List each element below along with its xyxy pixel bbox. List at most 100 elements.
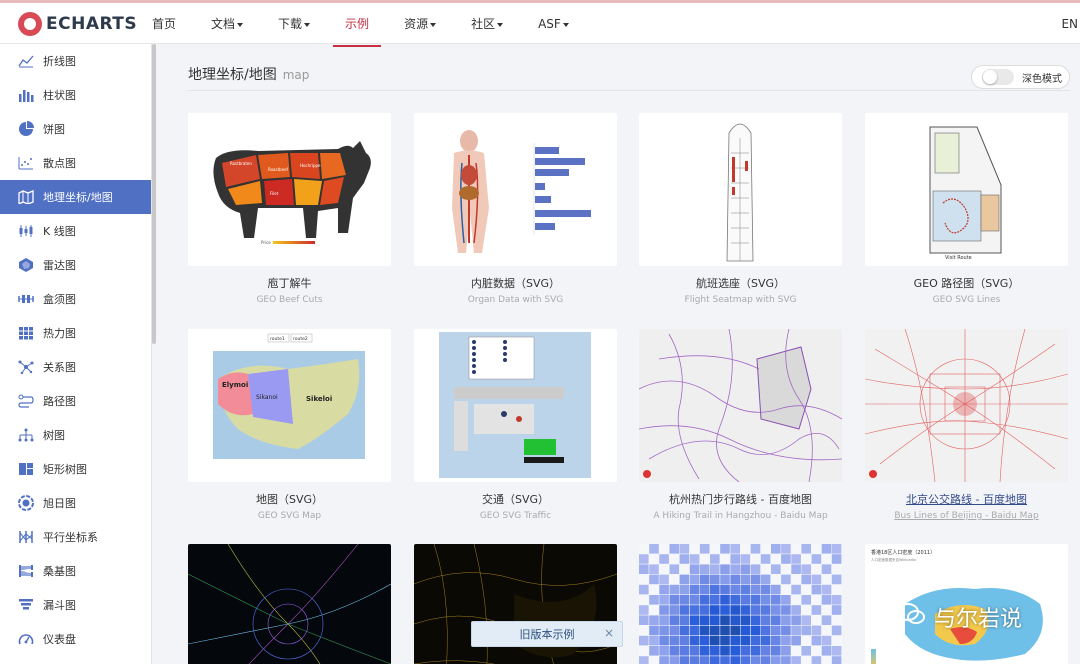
heatmap-cell (760, 574, 771, 585)
nav-docs[interactable]: 文档 (199, 3, 255, 47)
watermark-text: 与尔岩说 (934, 607, 1023, 632)
svg-text:Roastbeef: Roastbeef (268, 167, 289, 172)
sidebar-item-tree[interactable]: 树图 (0, 418, 151, 452)
heatmap-cell (689, 574, 700, 585)
heatmap-cell (689, 595, 700, 605)
caret-down-icon (430, 22, 437, 27)
divider (188, 90, 1070, 91)
sidebar-item-parallel[interactable]: 平行坐标系 (0, 520, 151, 554)
nav-download[interactable]: 下载 (266, 3, 322, 47)
sidebar-item-treemap[interactable]: 矩形树图 (0, 452, 151, 486)
heatmap-cell (781, 615, 791, 625)
nav-community[interactable]: 社区 (459, 3, 515, 47)
example-card[interactable] (188, 544, 391, 664)
radar-icon (18, 257, 34, 273)
region-sikanoi: Sikanoi (256, 394, 278, 401)
heatmap-cell (811, 605, 822, 615)
example-card[interactable]: route1 route2 Elymoi Sikanoi Sikeloi 地图（… (188, 329, 391, 521)
card-subtitle: A Hiking Trail in Hangzhou - Baidu Map (653, 511, 828, 521)
heatmap-cell (781, 635, 791, 646)
scatter-chart-icon (18, 155, 34, 171)
heatmap-cell (679, 635, 690, 646)
close-icon[interactable]: × (604, 626, 614, 640)
heatmap-cell (740, 615, 751, 625)
graph-icon (18, 359, 34, 375)
nav-examples[interactable]: 示例 (333, 3, 382, 47)
nav-asf[interactable]: ASF (526, 3, 581, 47)
sidebar-item-boxplot[interactable]: 盒须图 (0, 282, 151, 316)
heatmap-cell (710, 615, 720, 625)
heatmap-cell (699, 574, 710, 585)
example-card[interactable]: Rostbraten Roastbeef Hochrippe Filet Pri… (188, 113, 391, 305)
heatmap-cell (740, 564, 751, 574)
sidebar-item-heatmap[interactable]: 热力图 (0, 316, 151, 350)
heatmap-cell (699, 656, 710, 664)
nav-resources[interactable]: 资源 (392, 3, 448, 47)
heatmap-cell (649, 544, 659, 554)
sidebar-item-bar[interactable]: 柱状图 (0, 78, 151, 112)
sidebar-item-scatter[interactable]: 散点图 (0, 146, 151, 180)
sidebar-item-sankey[interactable]: 桑基图 (0, 554, 151, 588)
heatmap-cell (649, 595, 659, 605)
heatmap-cell (771, 564, 781, 574)
heatmap-cell (791, 554, 801, 564)
heatmap-cell (801, 595, 811, 605)
heatmap-cell (720, 595, 730, 605)
sidebar-item-lines[interactable]: 路径图 (0, 384, 151, 418)
heatmap-cell (720, 564, 730, 574)
sidebar-item-radar[interactable]: 雷达图 (0, 248, 151, 282)
sidebar-item-candlestick[interactable]: K 线图 (0, 214, 151, 248)
heatmap-cell (679, 554, 690, 564)
heatmap-cell (639, 656, 649, 664)
heatmap-cell (730, 635, 740, 646)
echarts-logo[interactable]: ECHARTS (18, 11, 137, 37)
bar-chart-icon (18, 87, 34, 103)
sidebar-item-label: 矩形树图 (43, 463, 87, 476)
heatmap-cell (669, 656, 680, 664)
sidebar-item-gauge[interactable]: 仪表盘 (0, 622, 151, 656)
heatmap-cell (771, 595, 781, 605)
sidebar-scrollbar[interactable] (152, 44, 156, 344)
example-card[interactable]: 交通（SVG） GEO SVG Traffic (414, 329, 617, 521)
example-card[interactable]: 航班选座（SVG） Flight Seatmap with SVG (639, 113, 842, 305)
sidebar-item-sunburst[interactable]: 旭日图 (0, 486, 151, 520)
heatmap-cell (710, 574, 720, 585)
nav-home[interactable]: 首页 (140, 3, 188, 47)
heatmap-cell (811, 625, 822, 636)
sidebar-item-graph[interactable]: 关系图 (0, 350, 151, 384)
thumbnail-svg-map: route1 route2 Elymoi Sikanoi Sikeloi (188, 329, 391, 482)
language-switch[interactable]: EN (1061, 3, 1078, 45)
dark-mode-toggle[interactable]: 深色模式 (971, 65, 1070, 89)
heatmap-cell (831, 595, 842, 605)
sidebar-item-label: 关系图 (43, 361, 76, 374)
sidebar-item-funnel[interactable]: 漏斗图 (0, 588, 151, 622)
heatmap-cell (821, 635, 832, 646)
heatmap-cell (689, 554, 700, 564)
heatmap-cell (679, 595, 690, 605)
heatmap-cell (750, 635, 761, 646)
sidebar-item-label: 柱状图 (43, 89, 76, 102)
heatmap-cell (791, 615, 801, 625)
funnel-icon (18, 597, 34, 613)
sidebar-item-pie[interactable]: 饼图 (0, 112, 151, 146)
nav-label: 示例 (345, 17, 370, 31)
thumbnail-beijing-bus (865, 329, 1068, 482)
heatmap-cell (720, 584, 730, 595)
heatmap-cell (730, 595, 740, 605)
toggle-track (982, 69, 1014, 85)
heatmap-cell (730, 554, 740, 564)
example-card[interactable]: 北京公交路线 - 百度地图 Bus Lines of Beijing - Bai… (865, 329, 1068, 521)
nav-label: ASF (538, 17, 561, 31)
heatmap-cell (781, 625, 791, 636)
heatmap-cell (679, 646, 690, 656)
example-card[interactable]: 杭州热门步行路线 - 百度地图 A Hiking Trail in Hangzh… (639, 329, 842, 521)
sidebar-item-map[interactable]: 地理坐标/地图 (0, 180, 151, 214)
example-card[interactable] (639, 544, 842, 664)
heatmap-cell (710, 646, 720, 656)
visit-route-label: Visit Route (945, 255, 972, 261)
legacy-examples-toast[interactable]: 旧版本示例 × (471, 621, 623, 647)
example-card[interactable]: 内脏数据（SVG） Organ Data with SVG (414, 113, 617, 305)
example-card[interactable]: Visit Route GEO 路径图（SVG） GEO SVG Lines (865, 113, 1068, 305)
sidebar-item-line[interactable]: 折线图 (0, 44, 151, 78)
section-title: 地理坐标/地图 map (188, 64, 309, 84)
